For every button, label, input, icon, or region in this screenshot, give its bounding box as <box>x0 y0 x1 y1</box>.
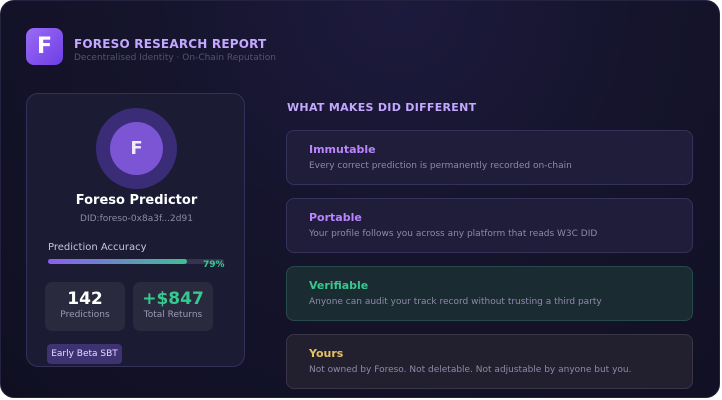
report-panel: F FORESO RESEARCH REPORT Decentralised I… <box>0 0 720 398</box>
stat-value: 142 <box>67 289 103 309</box>
feature-title: Immutable <box>309 143 376 156</box>
logo-letter: F <box>36 34 53 59</box>
report-subtitle: Decentralised Identity · On-Chain Reputa… <box>74 53 276 63</box>
feature-card-immutable: Immutable Every correct prediction is pe… <box>286 130 693 185</box>
stat-value: +$847 <box>142 289 204 309</box>
feature-description: Your profile follows you across any plat… <box>309 229 598 239</box>
accuracy-label: Prediction Accuracy <box>48 242 147 253</box>
feature-title: Verifiable <box>309 279 369 292</box>
feature-card-verifiable: Verifiable Anyone can audit your track r… <box>286 266 693 321</box>
feature-title: Portable <box>309 211 362 224</box>
stat-total-returns: +$847 Total Returns <box>133 282 213 331</box>
stat-label: Predictions <box>60 310 110 320</box>
profile-card: F Foreso Predictor DID:foreso-0x8a3f...2… <box>26 93 245 367</box>
feature-card-portable: Portable Your profile follows you across… <box>286 198 693 253</box>
feature-description: Anyone can audit your track record witho… <box>309 297 602 307</box>
report-title: FORESO RESEARCH REPORT <box>74 37 267 51</box>
accuracy-bar <box>48 259 224 264</box>
profile-did: DID:foreso-0x8a3f...2d91 <box>80 214 193 224</box>
feature-description: Not owned by Foreso. Not deletable. Not … <box>309 365 632 375</box>
stat-label: Total Returns <box>143 310 203 320</box>
section-title: WHAT MAKES DID DIFFERENT <box>287 101 477 114</box>
avatar-letter: F <box>130 138 143 159</box>
profile-name: Foreso Predictor <box>75 193 198 208</box>
stat-predictions: 142 Predictions <box>45 282 125 331</box>
feature-card-yours: Yours Not owned by Foreso. Not deletable… <box>286 334 693 389</box>
avatar-inner: F <box>110 122 163 175</box>
foreso-logo: F <box>26 28 63 65</box>
accuracy-bar-fill <box>48 259 188 264</box>
sbt-badge: Early Beta SBT <box>47 344 122 364</box>
feature-description: Every correct prediction is permanently … <box>309 161 572 171</box>
feature-title: Yours <box>309 347 344 360</box>
avatar: F <box>96 108 177 189</box>
accuracy-value: 79% <box>203 260 225 270</box>
